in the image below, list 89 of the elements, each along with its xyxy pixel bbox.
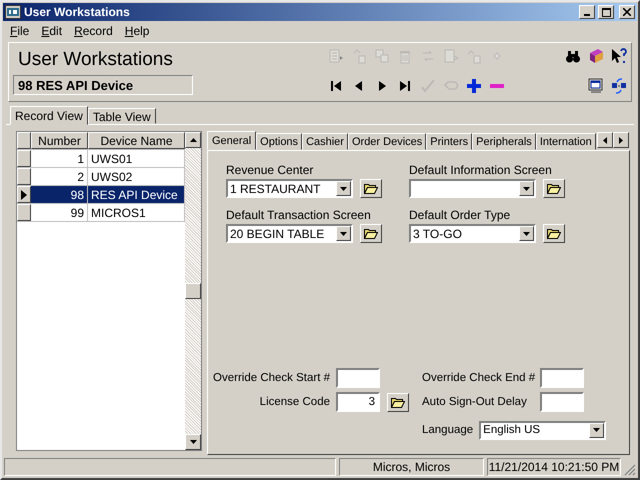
field-label: Language (422, 424, 474, 436)
browse-button[interactable] (387, 392, 409, 412)
browse-button[interactable] (360, 179, 382, 198)
field-label: Revenue Center (226, 163, 314, 177)
scroll-right-button[interactable] (613, 132, 629, 148)
field-label: Default Order Type (409, 208, 512, 222)
table-cell: 2 (31, 168, 88, 185)
help-pointer-icon (611, 48, 627, 64)
column-header[interactable]: Device Name (88, 132, 185, 149)
monitor-icon (588, 78, 604, 94)
check-icon (420, 78, 436, 94)
folder-icon (547, 183, 561, 194)
page-title: User Workstations (18, 49, 174, 71)
field-label: Override Check End # (422, 372, 534, 384)
dropdown[interactable]: 3 TO-GO (409, 224, 536, 243)
record-name: 98 RES API Device (13, 75, 193, 95)
binoculars-icon (565, 48, 581, 64)
pages-icon (374, 48, 390, 64)
field-label: Override Check Start # (212, 372, 330, 384)
close-button[interactable] (619, 5, 635, 19)
table-cell: 99 (31, 204, 88, 221)
detail-tab[interactable]: Peripherals (472, 133, 536, 150)
plus-button[interactable] (466, 77, 482, 95)
table-cell: RES API Device (88, 186, 185, 203)
caret-icon (340, 232, 347, 236)
input-field[interactable] (540, 392, 584, 412)
menu-item[interactable]: Edit (35, 24, 68, 38)
plus-icon (466, 78, 482, 94)
field-label: License Code (258, 396, 330, 408)
detail-tab[interactable]: General (207, 131, 256, 150)
caret-icon (340, 186, 347, 190)
input-field[interactable] (540, 368, 584, 388)
dropdown[interactable]: 1 RESTAURANT (226, 179, 353, 198)
folder-icon (391, 396, 405, 408)
detail-tab[interactable]: Options (256, 133, 302, 150)
table-row[interactable]: 98 RES API Device (17, 186, 185, 204)
column-header[interactable]: Number (31, 132, 88, 149)
folder-icon (364, 183, 378, 194)
field-label: Default Information Screen (409, 163, 553, 177)
browse-button[interactable] (543, 224, 565, 243)
status-datetime: 11/21/2014 10:21:50 PM (487, 458, 621, 476)
detail-tab[interactable]: Printers (426, 133, 472, 150)
maximize-button[interactable] (598, 5, 614, 19)
table-cell: 98 (31, 186, 88, 203)
app-icon (5, 5, 21, 19)
menu-item[interactable]: Help (118, 24, 156, 38)
last-icon (397, 78, 413, 94)
view-tab[interactable]: Record View (10, 106, 88, 125)
current-row-icon (21, 190, 27, 200)
table-row[interactable]: 99 MICROS1 (17, 204, 185, 222)
right-arrow-icon (619, 136, 623, 144)
left-arrow-icon (603, 136, 607, 144)
scroll-up-icon[interactable] (190, 138, 196, 142)
maximize-icon (602, 8, 610, 16)
table-cell: 1 (31, 150, 88, 167)
menu-item[interactable]: Record (68, 24, 119, 38)
input-field[interactable] (336, 368, 380, 388)
monitor-button[interactable] (588, 77, 604, 95)
caret-icon (523, 232, 530, 236)
delete-icon (397, 48, 413, 64)
scroll-left-button[interactable] (597, 132, 613, 148)
first-icon (328, 78, 344, 94)
caret-icon (593, 428, 600, 432)
browse-button[interactable] (543, 179, 565, 198)
dropdown[interactable]: 20 BEGIN TABLE (226, 224, 353, 243)
menu-item[interactable]: File (4, 24, 36, 38)
caret-icon (523, 186, 530, 190)
table-row[interactable]: 1 UWS01 (17, 150, 185, 168)
window-title: User Workstations (24, 5, 130, 19)
minimize-button[interactable] (579, 5, 595, 19)
input-field[interactable]: 3 (336, 392, 380, 412)
detail-tab[interactable]: Internation (536, 133, 596, 150)
scroll-thumb[interactable] (185, 283, 201, 299)
dropdown[interactable] (409, 179, 536, 198)
folder-icon (547, 228, 561, 239)
browse-button[interactable] (360, 224, 382, 243)
dropdown[interactable]: English US (479, 420, 606, 440)
field-label: Auto Sign-Out Delay (422, 396, 528, 408)
view-tab[interactable]: Table View (88, 108, 156, 124)
close-icon (623, 8, 631, 16)
folder-icon (364, 228, 378, 239)
detail-tab[interactable]: Order Devices (348, 133, 426, 150)
detail-tab[interactable]: Cashier (302, 133, 348, 150)
scrollbar[interactable] (185, 132, 201, 450)
scroll-down-icon[interactable] (190, 440, 196, 444)
resize-grip-icon (624, 464, 636, 476)
status-user: Micros, Micros (339, 458, 484, 476)
help-pointer-button[interactable] (611, 47, 627, 65)
field-label: Default Transaction Screen (226, 208, 372, 222)
